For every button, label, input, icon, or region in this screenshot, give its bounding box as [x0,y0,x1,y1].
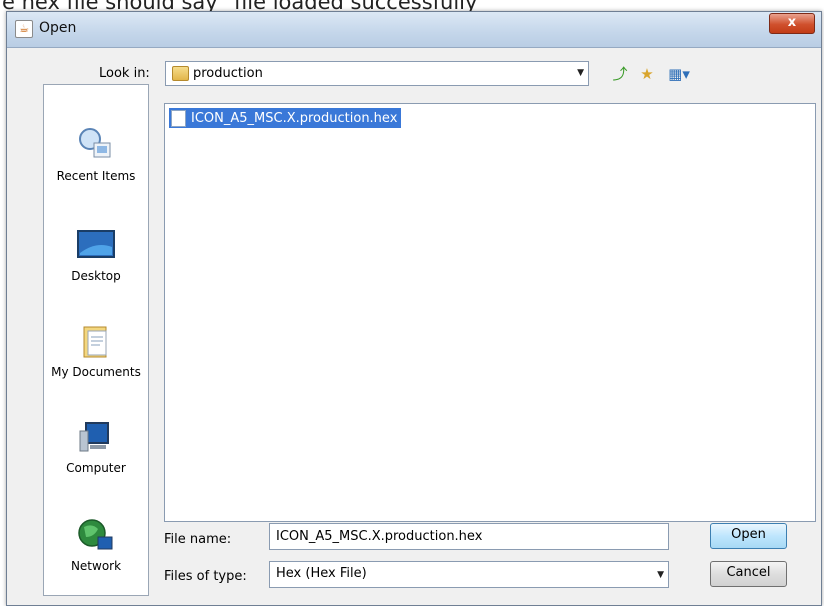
recent-items-icon [76,125,116,165]
folder-icon [172,66,189,81]
title-bar[interactable]: ☕ Open x [7,12,821,48]
new-folder-icon: ★ [640,65,654,83]
desktop-icon [76,225,116,265]
files-of-type-label: Files of type: [164,569,247,584]
look-in-combo[interactable]: production ▼ [165,61,589,86]
up-folder-icon: ⤴ [612,65,628,83]
file-list[interactable]: ICON_A5_MSC.X.production.hex [164,103,816,522]
list-item[interactable]: ICON_A5_MSC.X.production.hex [169,108,402,128]
new-folder-button[interactable]: ★ [637,64,657,84]
file-icon [171,109,186,127]
my-documents-icon [76,321,116,361]
file-name-input[interactable] [269,523,669,550]
place-label: Recent Items [56,169,136,183]
place-label: Network [70,559,122,573]
look-in-label: Look in: [99,66,150,81]
open-button[interactable]: Open [710,523,787,549]
place-desktop[interactable]: Desktop [44,225,148,283]
place-recent-items[interactable]: Recent Items [44,125,148,183]
place-label: Computer [66,461,126,475]
look-in-value: production [193,66,263,81]
view-list-icon: ▦▾ [668,65,690,83]
file-name: ICON_A5_MSC.X.production.hex [191,110,398,126]
computer-icon [76,417,116,457]
files-of-type-select[interactable]: Hex (Hex File) ▼ [269,561,669,588]
network-icon [76,515,116,555]
up-folder-button[interactable]: ⤴ [610,64,630,84]
place-label: Desktop [71,269,121,283]
place-network[interactable]: Network [44,515,148,573]
view-menu-button[interactable]: ▦▾ [665,64,693,84]
places-bar: Recent Items Desktop My Documents Comput… [43,84,149,596]
chevron-down-icon: ▼ [577,68,584,78]
chevron-down-icon: ▼ [657,570,664,580]
files-of-type-value: Hex (Hex File) [276,566,367,581]
place-label: My Documents [51,365,141,379]
cancel-button[interactable]: Cancel [710,561,787,587]
place-my-documents[interactable]: My Documents [44,321,148,379]
java-icon: ☕ [15,20,33,38]
open-dialog: ☕ Open x Look in: production ▼ ⤴ ★ ▦▾ Re… [6,11,822,606]
window-title: Open [39,20,77,36]
file-name-label: File name: [164,532,232,547]
close-button[interactable]: x [769,13,815,34]
place-computer[interactable]: Computer [44,417,148,475]
